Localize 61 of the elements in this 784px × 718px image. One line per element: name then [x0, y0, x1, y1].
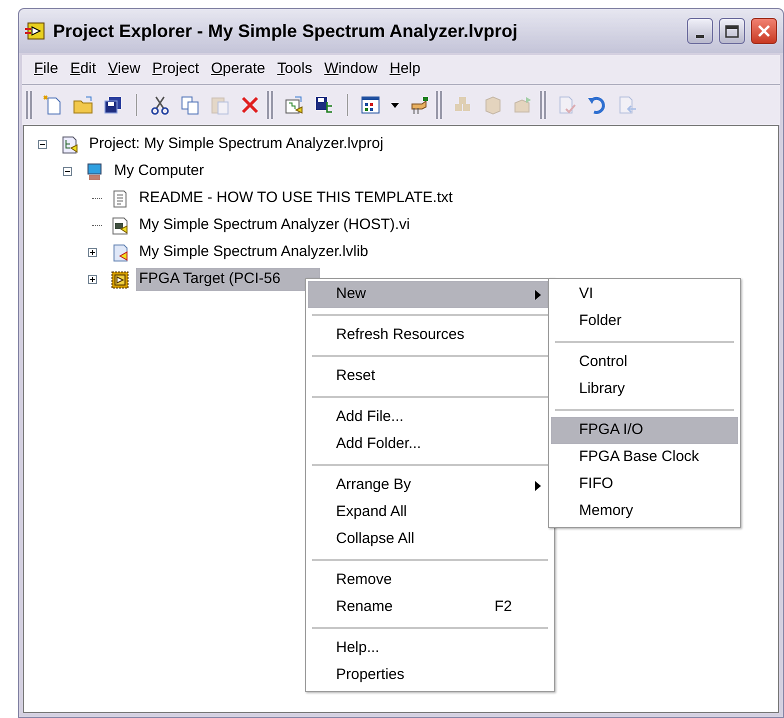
menu-item[interactable]: Reset — [308, 363, 552, 390]
menu-bar-item[interactable]: Edit — [64, 58, 102, 81]
fpga-chip-icon — [110, 270, 130, 290]
expand-toggle[interactable] — [88, 275, 97, 284]
toolbar-grip[interactable] — [26, 91, 32, 119]
tree-item[interactable]: README - HOW TO USE THIS TEMPLATE.txt — [136, 187, 456, 210]
delete-icon[interactable] — [239, 94, 261, 116]
maximize-icon — [725, 24, 739, 38]
grid-icon[interactable] — [360, 94, 382, 116]
menu-item[interactable]: Add File... — [308, 404, 552, 431]
undo-icon[interactable] — [586, 94, 608, 116]
menu-bar-item[interactable]: Tools — [271, 58, 318, 81]
menu-item[interactable]: VI — [551, 281, 738, 308]
menu-bar-item[interactable]: View — [102, 58, 146, 81]
tree-item[interactable]: FPGA Target (PCI-56 — [136, 268, 320, 291]
tree-item[interactable]: My Computer — [111, 160, 208, 183]
collapse-toggle[interactable] — [38, 140, 47, 149]
scissors-icon[interactable] — [149, 94, 171, 116]
menu-item[interactable]: Expand All — [308, 499, 552, 526]
toolbar-grip[interactable] — [540, 91, 546, 119]
menu-item[interactable]: Memory — [551, 498, 738, 525]
menu-bar-item[interactable]: Help — [384, 58, 426, 81]
folder-icon[interactable] — [72, 94, 94, 116]
menu-item[interactable]: Refresh Resources — [308, 322, 552, 349]
menu-bar-item[interactable]: File — [28, 58, 64, 81]
save-build-icon[interactable] — [313, 94, 335, 116]
menu-item[interactable]: FIFO — [551, 471, 738, 498]
menu-item[interactable]: Folder — [551, 308, 738, 335]
window-title: Project Explorer - My Simple Spectrum Analyzer.lvproj — [53, 20, 518, 43]
menu-item[interactable]: Remove — [308, 567, 552, 594]
menu-item[interactable]: Rename F2 — [308, 594, 552, 621]
collapse-toggle[interactable] — [63, 167, 72, 176]
vi-file-icon — [110, 216, 130, 236]
copy-icon[interactable] — [179, 94, 201, 116]
menu-item[interactable]: FPGA I/O — [551, 417, 738, 444]
close-icon — [757, 24, 771, 38]
build-icon[interactable] — [283, 94, 305, 116]
tree-item[interactable]: My Simple Spectrum Analyzer (HOST).vi — [136, 214, 413, 237]
menu-item[interactable]: Collapse All — [308, 526, 552, 553]
toolbar-grip[interactable] — [436, 91, 442, 119]
close-button[interactable] — [751, 18, 777, 44]
menu-item[interactable]: Library — [551, 376, 738, 403]
menu-bar-item[interactable]: Operate — [205, 58, 272, 81]
menu-bar-item[interactable]: Project — [146, 58, 205, 81]
project-icon — [60, 134, 80, 154]
menu-item[interactable]: Add Folder... — [308, 431, 552, 458]
minimize-icon — [696, 35, 704, 38]
tree-item[interactable]: My Simple Spectrum Analyzer.lvlib — [136, 241, 372, 264]
menu-item[interactable]: FPGA Base Clock — [551, 444, 738, 471]
menu-item[interactable]: Properties — [308, 662, 552, 689]
menu-item[interactable]: Arrange By — [308, 472, 552, 499]
menu-item[interactable]: Control — [551, 349, 738, 376]
menu-bar-item[interactable]: Window — [318, 58, 384, 81]
maximize-button[interactable] — [719, 18, 745, 44]
labview-logo-icon — [25, 22, 47, 40]
minimize-button[interactable] — [687, 18, 713, 44]
expand-toggle[interactable] — [88, 248, 97, 257]
tree-item[interactable]: Project: My Simple Spectrum Analyzer.lvproj — [86, 133, 386, 156]
save-all-icon[interactable] — [102, 94, 124, 116]
menu-item[interactable]: Help... — [308, 635, 552, 662]
toolbar-grip[interactable] — [267, 91, 273, 119]
